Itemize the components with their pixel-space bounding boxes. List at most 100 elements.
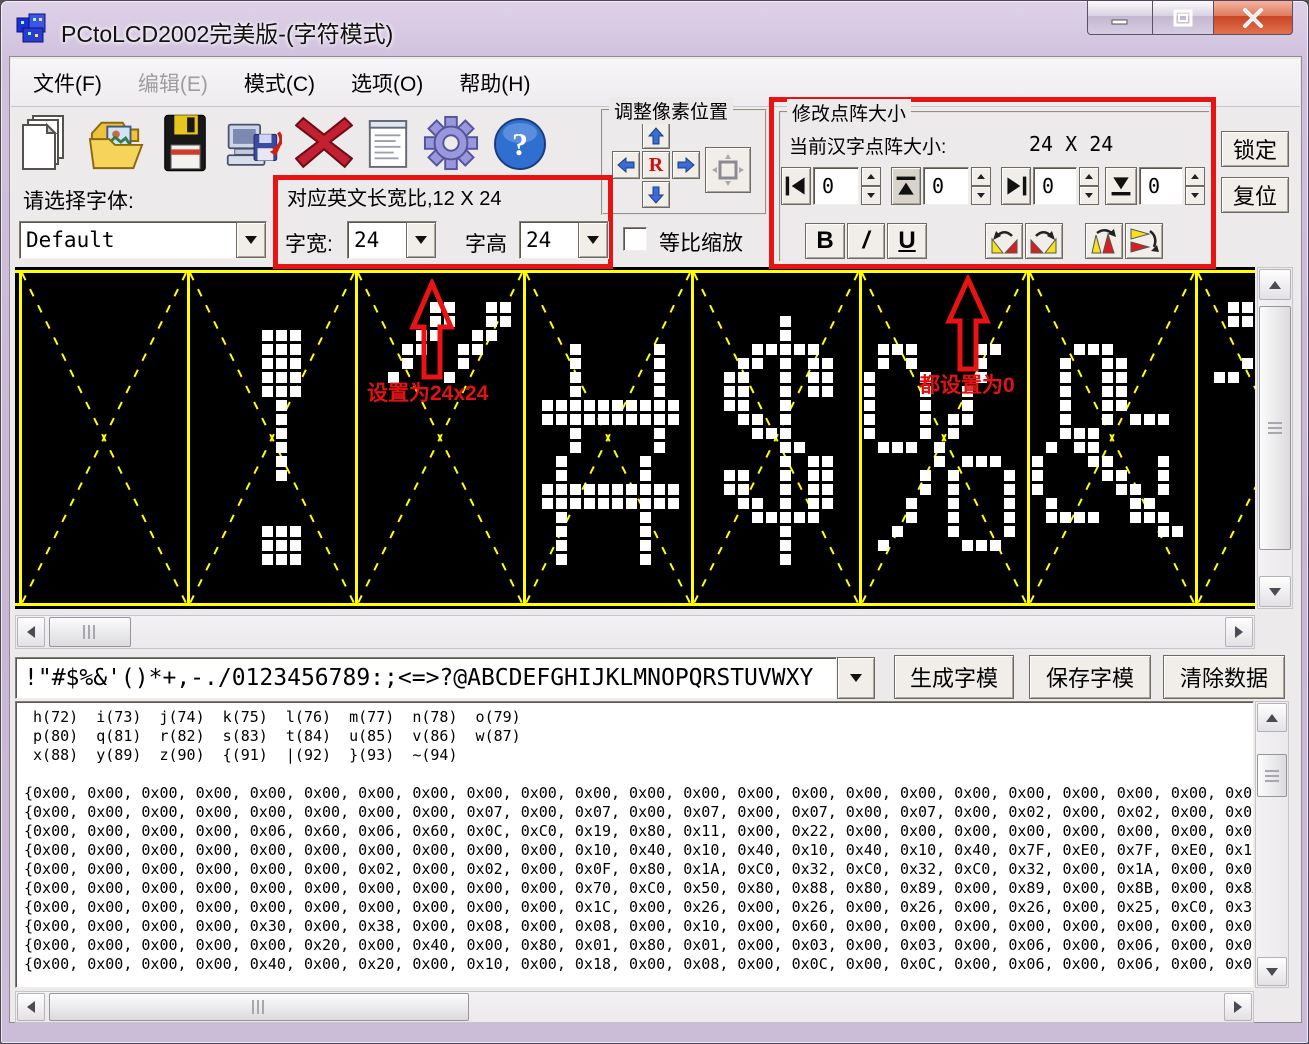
margin-left-group: 0 <box>781 167 881 205</box>
char-width-dropdown-button[interactable] <box>406 222 436 258</box>
arrow-left-icon <box>27 1001 35 1013</box>
rotate-left-button[interactable] <box>985 223 1023 259</box>
maximize-button[interactable] <box>1153 1 1213 35</box>
canvas-hscrollbar[interactable] <box>15 615 1255 649</box>
window-controls <box>1087 1 1293 37</box>
move-left-button[interactable] <box>612 151 640 179</box>
margin-left-input[interactable]: 0 <box>813 167 859 205</box>
reset-button[interactable]: 复位 <box>1221 177 1289 213</box>
move-right-button[interactable] <box>672 151 700 179</box>
margin-right-input[interactable]: 0 <box>1033 167 1077 205</box>
menu-file[interactable]: 文件(F) <box>19 62 116 104</box>
lock-label: 锁定 <box>1233 133 1277 165</box>
font-data-output[interactable]: h(72) i(73) j(74) k(75) l(76) m(77) n(78… <box>15 701 1254 988</box>
output-scroll-right-button[interactable] <box>1224 993 1252 1021</box>
output-vscroll-thumb[interactable] <box>1257 754 1287 797</box>
export-to-disk-icon[interactable] <box>226 111 282 175</box>
menu-options[interactable]: 选项(O) <box>337 62 437 104</box>
underline-button[interactable]: U <box>887 223 927 259</box>
char-height-label: 字高 <box>465 228 507 258</box>
open-file-icon[interactable] <box>88 111 144 175</box>
minimize-button[interactable] <box>1087 1 1153 35</box>
code-line: h(72) i(73) j(74) k(75) l(76) m(77) n(78… <box>24 708 1253 727</box>
font-combobox[interactable]: Default <box>19 221 267 259</box>
margin-top-spinner[interactable] <box>971 167 991 205</box>
menu-edit: 编辑(E) <box>124 62 222 104</box>
margin-left-icon-button[interactable] <box>781 167 811 205</box>
flip-horizontal-button[interactable] <box>1125 223 1163 259</box>
canvas-scroll-up-button[interactable] <box>1259 269 1291 300</box>
save-font-button[interactable]: 保存字模 <box>1029 655 1151 699</box>
clear-data-button[interactable]: 清除数据 <box>1163 655 1285 699</box>
output-scroll-down-button[interactable] <box>1257 957 1287 986</box>
annotation-arrow-size <box>409 279 455 381</box>
lcd-canvas[interactable] <box>15 267 1255 609</box>
ratio-label: 对应英文长宽比,12 X 24 <box>287 182 502 211</box>
generate-font-button[interactable]: 生成字模 <box>894 655 1014 699</box>
output-vscrollbar[interactable] <box>1255 701 1289 988</box>
margin-top-group: 0 <box>891 167 991 205</box>
canvas-hscroll-thumb[interactable] <box>49 617 131 647</box>
rotate-left-icon <box>989 227 1019 255</box>
menu-help[interactable]: 帮助(H) <box>445 62 544 104</box>
margin-left-spinner[interactable] <box>861 167 881 205</box>
canvas-scroll-right-button[interactable] <box>1225 617 1253 647</box>
margin-bottom-icon-button[interactable] <box>1105 167 1137 205</box>
app-icon <box>15 10 51 46</box>
annotation-size-text: 设置为24x24 <box>367 377 488 407</box>
char-list-field[interactable]: !"#$%&'()*+,-./0123456789:;<=>?@ABCDEFGH… <box>15 657 837 699</box>
new-document-icon[interactable] <box>19 111 75 175</box>
char-height-combobox[interactable]: 24 <box>519 221 609 259</box>
close-button[interactable] <box>1213 1 1293 35</box>
margin-bottom-spinner[interactable] <box>1185 167 1205 205</box>
canvas-scroll-left-button[interactable] <box>17 617 45 647</box>
margin-right-spinner[interactable] <box>1079 167 1099 205</box>
save-icon[interactable] <box>157 111 213 175</box>
arrow-down-icon <box>648 186 664 204</box>
output-hscroll-thumb[interactable] <box>49 993 469 1021</box>
code-line: {0x00, 0x00, 0x00, 0x00, 0x30, 0x00, 0x3… <box>24 917 1253 936</box>
margin-bottom-input[interactable]: 0 <box>1139 167 1183 205</box>
lock-button[interactable]: 锁定 <box>1221 131 1289 167</box>
rotate-right-icon <box>1029 227 1059 255</box>
canvas-vscrollbar[interactable] <box>1257 267 1293 609</box>
flip-vertical-button[interactable] <box>1085 223 1123 259</box>
margin-top-input[interactable]: 0 <box>923 167 969 205</box>
output-hscrollbar[interactable] <box>15 991 1254 1023</box>
code-line: {0x00, 0x00, 0x00, 0x00, 0x00, 0x00, 0x0… <box>24 841 1253 860</box>
move-left-edge-icon <box>784 173 808 199</box>
proportional-scale-label: 等比缩放 <box>659 227 743 257</box>
italic-button[interactable]: / <box>847 223 885 259</box>
chevron-down-icon <box>587 236 599 244</box>
view-report-icon[interactable] <box>366 111 410 175</box>
canvas-vscroll-thumb[interactable] <box>1259 306 1291 550</box>
center-square-icon <box>711 153 745 187</box>
arrow-up-icon <box>1269 281 1281 289</box>
rotate-right-button[interactable] <box>1025 223 1063 259</box>
char-width-combobox[interactable]: 24 <box>347 221 437 259</box>
help-icon[interactable]: ? <box>492 111 548 175</box>
output-scroll-left-button[interactable] <box>17 993 45 1021</box>
arrow-up-icon <box>648 127 664 145</box>
margin-top-icon-button[interactable] <box>891 167 921 205</box>
settings-gear-icon[interactable] <box>423 111 479 175</box>
output-scroll-up-button[interactable] <box>1257 703 1287 732</box>
code-line: {0x00, 0x00, 0x00, 0x00, 0x00, 0x00, 0x0… <box>24 860 1253 879</box>
code-line: {0x00, 0x00, 0x00, 0x00, 0x00, 0x00, 0x0… <box>24 898 1253 917</box>
delete-icon[interactable] <box>295 111 353 175</box>
code-line: {0x00, 0x00, 0x00, 0x00, 0x00, 0x00, 0x0… <box>24 803 1253 822</box>
code-line: x(88) y(89) z(90) {(91) |(92) }(93) ~(94… <box>24 746 1253 765</box>
font-combobox-dropdown-button[interactable] <box>236 222 266 258</box>
move-bottom-edge-icon <box>1109 173 1133 199</box>
menu-mode[interactable]: 模式(C) <box>230 62 329 104</box>
center-glyph-button[interactable] <box>705 147 751 193</box>
proportional-scale-checkbox[interactable] <box>623 227 647 251</box>
move-down-button[interactable] <box>642 181 670 208</box>
bold-button[interactable]: B <box>805 223 845 259</box>
reset-position-button[interactable]: R <box>642 151 670 179</box>
canvas-scroll-down-button[interactable] <box>1259 576 1291 607</box>
char-list-dropdown-button[interactable] <box>837 657 875 699</box>
margin-right-icon-button[interactable] <box>1001 167 1031 205</box>
move-up-button[interactable] <box>642 122 670 149</box>
char-height-dropdown-button[interactable] <box>578 222 608 258</box>
